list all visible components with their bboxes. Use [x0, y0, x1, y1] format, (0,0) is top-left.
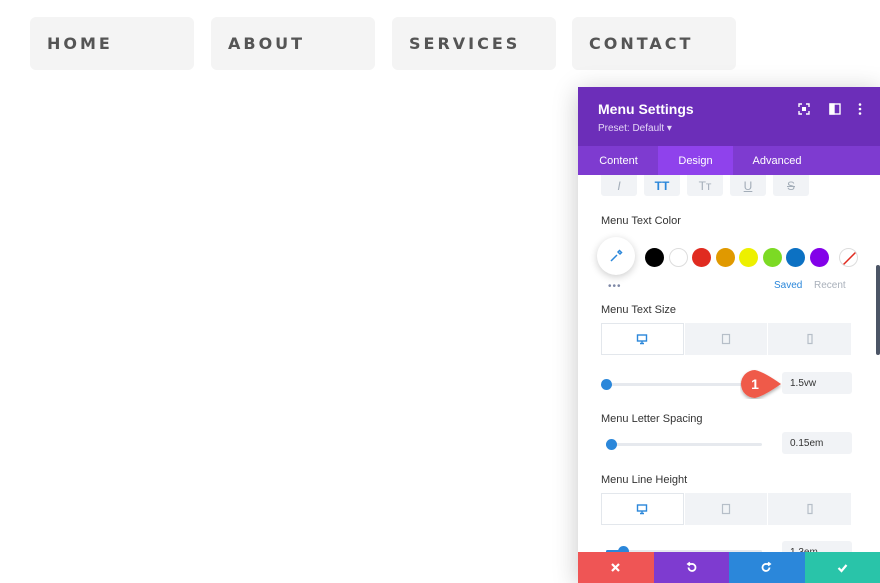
capitalize-button[interactable]: Tт: [687, 175, 723, 196]
eyedropper-icon: [610, 249, 623, 262]
color-swatch[interactable]: [786, 248, 805, 267]
callout-marker: 1: [740, 369, 782, 399]
saved-colors-link[interactable]: Saved: [774, 280, 802, 291]
focus-icon[interactable]: [797, 102, 811, 116]
menu-item-label: SERVICES: [409, 34, 521, 53]
color-swatch[interactable]: [645, 248, 664, 267]
undo-icon: [686, 561, 697, 572]
more-vertical-icon[interactable]: [853, 102, 867, 116]
letter-spacing-input[interactable]: 0.15em: [782, 432, 852, 454]
more-colors-dots[interactable]: •••: [608, 281, 622, 292]
settings-tabs: Content Design Advanced: [578, 146, 880, 175]
menu-text-size-label: Menu Text Size: [601, 304, 677, 316]
color-picker-button[interactable]: [597, 237, 635, 275]
phone-tab[interactable]: [768, 493, 851, 525]
text-size-input[interactable]: 1.5vw: [782, 372, 852, 394]
slider-handle[interactable]: [605, 439, 617, 450]
menu-item-home[interactable]: HOME: [30, 17, 194, 70]
panel-footer: [578, 552, 880, 583]
tablet-tab[interactable]: [684, 493, 768, 525]
menu-item-label: CONTACT: [589, 34, 694, 53]
desktop-tab[interactable]: [601, 323, 684, 355]
panel-header: Menu Settings Preset: Default ▾: [578, 87, 880, 146]
menu-letter-spacing-label: Menu Letter Spacing: [601, 413, 703, 425]
phone-icon: [807, 503, 813, 515]
save-button[interactable]: [804, 552, 880, 583]
desktop-icon: [637, 334, 648, 345]
menu-settings-panel: Menu Settings Preset: Default ▾ Content …: [578, 87, 880, 583]
letter-spacing-slider[interactable]: [605, 439, 762, 450]
color-swatch[interactable]: [809, 248, 829, 267]
line-height-device-tabs: [601, 493, 852, 525]
color-swatch[interactable]: [692, 248, 711, 267]
color-swatch[interactable]: [715, 248, 735, 267]
menu-item-label: ABOUT: [228, 34, 306, 53]
desktop-tab[interactable]: [601, 493, 684, 525]
scrollbar[interactable]: [876, 265, 880, 355]
color-swatch[interactable]: [762, 248, 782, 267]
menu-item-about[interactable]: ABOUT: [211, 17, 375, 70]
split-view-icon[interactable]: [828, 102, 842, 116]
close-icon: [611, 563, 621, 572]
tablet-icon: [721, 503, 731, 515]
tab-advanced[interactable]: Advanced: [733, 146, 821, 175]
slider-handle[interactable]: [601, 379, 612, 390]
menu-item-contact[interactable]: CONTACT: [572, 17, 736, 70]
tab-design[interactable]: Design: [658, 146, 733, 175]
menu-line-height-label: Menu Line Height: [601, 474, 688, 486]
check-icon: [837, 564, 848, 573]
transparent-swatch[interactable]: [839, 248, 858, 267]
undo-button[interactable]: [653, 552, 729, 583]
redo-icon: [761, 561, 772, 572]
uppercase-button[interactable]: TT: [644, 175, 680, 196]
phone-tab[interactable]: [768, 323, 851, 355]
color-swatch[interactable]: [739, 248, 758, 267]
tab-content[interactable]: Content: [578, 146, 659, 175]
recent-colors-link[interactable]: Recent: [814, 280, 846, 291]
strikethrough-button[interactable]: S: [773, 175, 809, 196]
line-height-input[interactable]: 1.3em: [782, 541, 852, 552]
tablet-tab[interactable]: [684, 323, 768, 355]
color-swatch[interactable]: [668, 248, 688, 267]
menu-item-services[interactable]: SERVICES: [392, 17, 556, 70]
panel-body: I TT Tт U S Menu Text Color ••• Saved Re…: [578, 175, 880, 552]
redo-button[interactable]: [729, 552, 805, 583]
menu-item-label: HOME: [47, 34, 113, 53]
phone-icon: [807, 333, 813, 345]
panel-title: Menu Settings: [598, 101, 694, 117]
italic-button[interactable]: I: [601, 175, 637, 196]
desktop-icon: [637, 504, 648, 515]
preset-dropdown[interactable]: Preset: Default ▾: [598, 123, 672, 134]
tablet-icon: [721, 333, 731, 345]
text-size-slider[interactable]: [601, 379, 762, 390]
cancel-button[interactable]: [578, 552, 654, 583]
callout-number: 1: [751, 376, 759, 392]
text-size-device-tabs: [601, 323, 852, 355]
underline-button[interactable]: U: [730, 175, 766, 196]
menu-text-color-label: Menu Text Color: [601, 215, 681, 227]
